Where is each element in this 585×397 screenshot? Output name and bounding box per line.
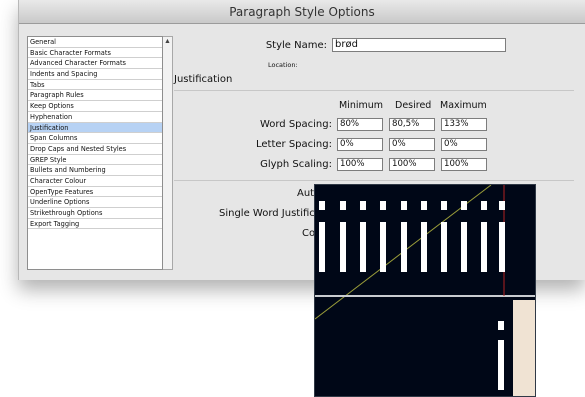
column-header-minimum: Minimum [339,100,384,111]
list-item-indents-and-spacing[interactable]: Indents and Spacing [28,69,162,80]
glyph-scaling-maximum-field[interactable]: 100% [441,158,487,171]
word-spacing-label: Word Spacing: [259,119,332,130]
category-list-scrollbar[interactable]: ▲ [163,36,173,270]
glyph-scaling-label: Glyph Scaling: [260,159,332,170]
list-item-drop-caps-and-nested-styles[interactable]: Drop Caps and Nested Styles [28,144,162,155]
single-word-justification-label: Single Word Justificat [219,208,325,219]
word-spacing-minimum-field[interactable]: 80% [337,118,383,131]
square-mark [461,201,467,210]
bar-mark [461,222,467,272]
list-item-strikethrough-options[interactable]: Strikethrough Options [28,208,162,219]
bar-mark [401,222,407,272]
list-item-export-tagging[interactable]: Export Tagging [28,219,162,230]
zoomed-inset-image [314,184,536,397]
lower-square-mark [498,321,504,330]
bar-mark [360,222,366,272]
list-item-hyphenation[interactable]: Hyphenation [28,112,162,123]
list-item-advanced-character-formats[interactable]: Advanced Character Formats [28,58,162,70]
style-name-field[interactable]: brød [332,38,506,52]
list-item-opentype-features[interactable]: OpenType Features [28,187,162,198]
bar-mark [421,222,427,272]
style-name-label: Style Name: [265,40,327,51]
list-item-grep-style[interactable]: GREP Style [28,155,162,166]
bar-mark [340,222,346,272]
square-mark [401,201,407,210]
list-item-bullets-and-numbering[interactable]: Bullets and Numbering [28,165,162,176]
column-header-maximum: Maximum [440,100,487,111]
bar-mark [481,222,487,272]
scroll-up-arrow-icon[interactable]: ▲ [163,37,172,47]
column-header-desired: Desired [395,100,432,111]
list-item-general[interactable]: General [28,37,162,48]
square-mark [499,201,505,210]
letter-spacing-label: Letter Spacing: [256,139,332,150]
square-mark [380,201,386,210]
bar-mark [319,222,325,272]
word-spacing-maximum-field[interactable]: 133% [441,118,487,131]
bar-mark [499,222,505,272]
lower-bar-mark [498,340,504,390]
list-item-span-columns[interactable]: Span Columns [28,133,162,144]
square-mark [360,201,366,210]
glyph-scaling-desired-field[interactable]: 100% [389,158,435,171]
glyph-scaling-minimum-field[interactable]: 100% [337,158,383,171]
letter-spacing-minimum-field[interactable]: 0% [337,138,383,151]
square-mark [340,201,346,210]
square-mark [441,201,447,210]
section-title-justification: Justification [174,74,233,85]
square-mark [319,201,325,210]
location-label: Location: [268,61,298,69]
list-item-character-colour[interactable]: Character Colour [28,176,162,187]
letter-spacing-maximum-field[interactable]: 0% [441,138,487,151]
letter-spacing-desired-field[interactable]: 0% [389,138,435,151]
list-item-tabs[interactable]: Tabs [28,80,162,91]
square-mark [481,201,487,210]
list-item-underline-options[interactable]: Underline Options [28,197,162,208]
square-mark [421,201,427,210]
inset-graphic [315,185,535,396]
word-spacing-desired-field[interactable]: 80,5% [389,118,435,131]
list-item-keep-options[interactable]: Keep Options [28,101,162,112]
bar-mark [441,222,447,272]
inset-right-panel [513,300,535,396]
window-title: Paragraph Style Options [19,0,585,24]
options-divider [174,180,574,181]
category-list[interactable]: General Basic Character Formats Advanced… [27,36,163,270]
bar-mark [380,222,386,272]
list-item-justification[interactable]: Justification [28,122,162,134]
list-item-paragraph-rules[interactable]: Paragraph Rules [28,90,162,102]
list-item-basic-character-formats[interactable]: Basic Character Formats [28,48,162,59]
section-divider [174,90,574,91]
